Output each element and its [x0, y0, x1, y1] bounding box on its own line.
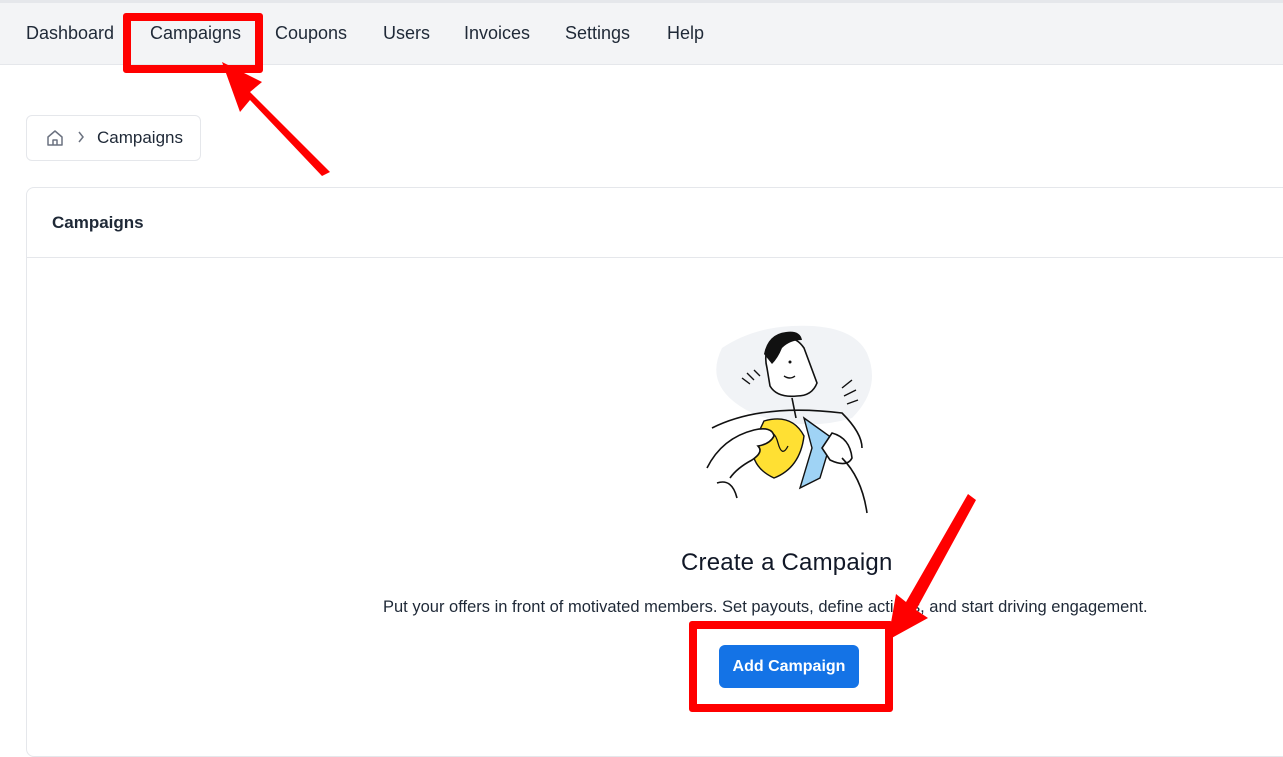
person-opening-shirt-illustration [706, 325, 872, 514]
empty-state-description: Put your offers in front of motivated me… [383, 598, 1148, 616]
nav-item-invoices[interactable]: Invoices [464, 23, 530, 44]
card-header: Campaigns [27, 188, 1283, 258]
home-icon[interactable] [45, 128, 65, 148]
nav-item-settings[interactable]: Settings [565, 23, 630, 44]
nav-item-dashboard[interactable]: Dashboard [26, 23, 114, 44]
breadcrumb-current: Campaigns [97, 128, 183, 147]
nav-item-users[interactable]: Users [383, 23, 430, 44]
empty-state-title: Create a Campaign [681, 549, 893, 576]
nav-item-campaigns[interactable]: Campaigns [150, 23, 241, 44]
card-title: Campaigns [52, 212, 144, 232]
campaigns-card: Campaigns Create a Campaign Put your off… [26, 187, 1283, 757]
chevron-right-icon [77, 130, 85, 146]
nav-item-coupons[interactable]: Coupons [275, 23, 347, 44]
nav-item-help[interactable]: Help [667, 23, 704, 44]
top-navigation: Dashboard Campaigns Coupons Users Invoic… [0, 0, 1283, 65]
add-campaign-button[interactable]: Add Campaign [719, 645, 859, 688]
breadcrumb: Campaigns [26, 115, 201, 161]
